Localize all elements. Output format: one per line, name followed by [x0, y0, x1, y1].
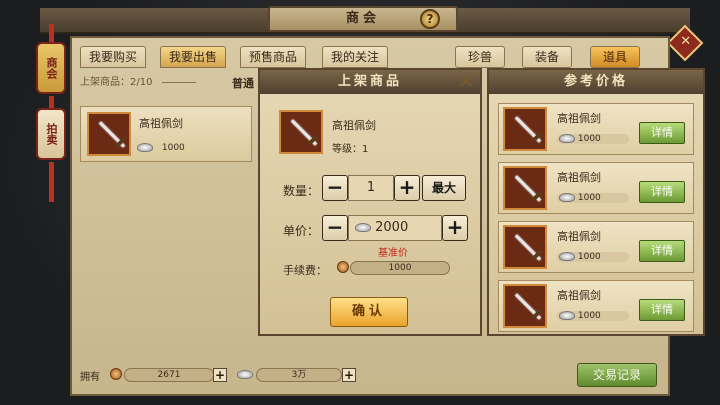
list-dialog: 上架商品	[258, 68, 482, 336]
reference-item-card: 高祖佩剑 1000 详情	[498, 280, 694, 332]
dialog-close-icon[interactable]: ✕	[455, 70, 477, 92]
silver-icon	[237, 370, 253, 379]
reference-dialog-title: 参考价格	[489, 70, 703, 94]
divider	[162, 81, 197, 83]
dialog-item-level: 等级：1	[332, 144, 369, 155]
list-dialog-title: 上架商品	[260, 70, 480, 94]
tab-presale[interactable]: 预售商品	[240, 46, 307, 68]
trade-record-button[interactable]: 交易记录	[577, 363, 657, 387]
price-label: 单价：	[283, 224, 320, 238]
lantern-tassel	[49, 162, 54, 202]
filter-label: 普通	[232, 77, 254, 90]
price-value: 2000	[375, 220, 409, 235]
sword-icon	[279, 110, 323, 154]
help-icon[interactable]: ?	[420, 9, 440, 29]
price-field[interactable]: 2000	[348, 215, 442, 241]
base-price-label: 基准价	[378, 248, 408, 259]
listed-count-value: 2/10	[130, 77, 153, 88]
reference-item-price: 1000	[557, 311, 629, 321]
max-button[interactable]: 最大	[422, 175, 466, 201]
item-price-value: 1000	[161, 143, 185, 153]
sword-icon	[503, 166, 547, 210]
silver-icon	[355, 223, 371, 232]
category-tab-pets[interactable]: 珍兽	[455, 46, 505, 68]
close-icon: ✕	[680, 34, 692, 50]
qty-value[interactable]: 1	[348, 175, 394, 201]
silver-icon	[559, 193, 575, 202]
reference-item-price: 1000	[557, 134, 629, 144]
reference-item-name: 高祖佩剑	[557, 171, 601, 184]
sword-icon	[503, 107, 547, 151]
sword-icon	[503, 284, 547, 328]
silver-value: 3万	[256, 368, 342, 382]
reference-item-price: 1000	[557, 252, 629, 262]
confirm-button[interactable]: 确认	[330, 297, 408, 327]
item-name: 高祖佩剑	[139, 117, 183, 130]
price-plus-button[interactable]: +	[442, 215, 468, 241]
reference-item-name: 高祖佩剑	[557, 112, 601, 125]
lantern-string	[49, 24, 54, 42]
price-minus-button[interactable]: −	[322, 215, 348, 241]
tab-watchlist[interactable]: 我的关注	[322, 46, 389, 68]
reference-item-card: 高祖佩剑 1000 详情	[498, 103, 694, 155]
reference-item-price: 1000	[557, 193, 629, 203]
price-value: 1000	[577, 193, 601, 203]
owned-item-card[interactable]: 高祖佩剑 1000	[80, 106, 252, 162]
price-value: 1000	[577, 252, 601, 262]
price-value: 1000	[577, 134, 601, 144]
side-tab-auction[interactable]: 拍卖	[36, 108, 66, 160]
sword-icon	[87, 112, 131, 156]
listed-count: 上架商品：2/10	[80, 73, 197, 91]
fee-label: 手续费：	[283, 264, 327, 277]
tab-buy[interactable]: 我要购买	[80, 46, 147, 68]
dialog-item-name: 高祖佩剑	[332, 119, 376, 132]
silver-icon	[559, 311, 575, 320]
tab-sell[interactable]: 我要出售	[160, 46, 227, 68]
add-copper-button[interactable]: +	[213, 368, 227, 382]
detail-button[interactable]: 详情	[639, 122, 685, 144]
copper-icon	[337, 261, 349, 273]
sword-icon	[503, 225, 547, 269]
qty-label: 数量：	[283, 184, 320, 198]
category-tab-equipment[interactable]: 装备	[522, 46, 572, 68]
fee-value: 1000	[350, 261, 450, 275]
silver-icon	[559, 134, 575, 143]
side-tab-commerce[interactable]: 商会	[36, 42, 66, 94]
copper-icon	[110, 368, 122, 380]
silver-icon	[559, 252, 575, 261]
item-price: 1000	[137, 143, 217, 153]
lantern-string	[49, 96, 54, 108]
detail-button[interactable]: 详情	[639, 240, 685, 262]
reference-item-card: 高祖佩剑 1000 详情	[498, 162, 694, 214]
reference-item-card: 高祖佩剑 1000 详情	[498, 221, 694, 273]
silver-icon	[137, 143, 153, 152]
reference-item-name: 高祖佩剑	[557, 230, 601, 243]
category-tab-items[interactable]: 道具	[590, 46, 640, 68]
price-value: 1000	[577, 311, 601, 321]
reference-item-name: 高祖佩剑	[557, 289, 601, 302]
qty-plus-button[interactable]: +	[394, 175, 420, 201]
qty-minus-button[interactable]: −	[322, 175, 348, 201]
listed-label: 上架商品：	[80, 77, 130, 88]
detail-button[interactable]: 详情	[639, 181, 685, 203]
detail-button[interactable]: 详情	[639, 299, 685, 321]
own-label: 拥有	[80, 372, 100, 383]
copper-value: 2671	[124, 368, 214, 382]
add-silver-button[interactable]: +	[342, 368, 356, 382]
